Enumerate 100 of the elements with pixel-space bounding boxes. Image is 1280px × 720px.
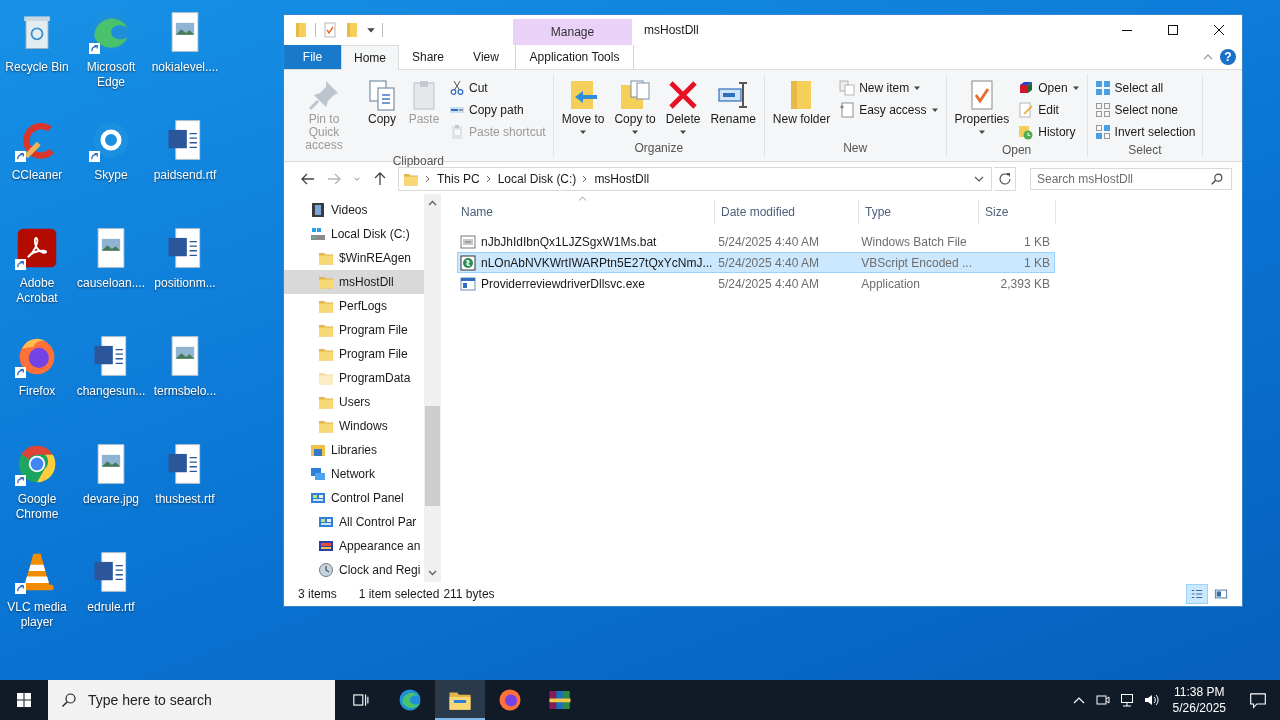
tree-item[interactable]: Network	[284, 462, 424, 486]
history-icon	[1018, 124, 1035, 140]
up-arrow-icon	[372, 171, 388, 187]
pdf-icon	[15, 226, 59, 270]
tree-item[interactable]: Libraries	[284, 438, 424, 462]
ribbon-tab[interactable]: Application Tools	[515, 45, 634, 69]
tree-item[interactable]: Users	[284, 390, 424, 414]
desktop-shortcut[interactable]: VLC media player	[0, 546, 74, 654]
scroll-up-icon[interactable]	[428, 200, 437, 206]
tree-item[interactable]: Clock and Regi	[284, 558, 424, 582]
ribbon-button[interactable]: Properties	[950, 77, 1014, 143]
ribbon-button[interactable]: Cut	[446, 77, 549, 99]
desktop-shortcut[interactable]: Firefox	[0, 330, 74, 438]
ribbon-button[interactable]: Move to	[557, 77, 609, 141]
ribbon-button[interactable]: Copy	[362, 77, 402, 154]
tree-item[interactable]: Program File	[284, 342, 424, 366]
view-button[interactable]	[1186, 584, 1208, 604]
folder-icon	[318, 298, 334, 314]
desktop-shortcut[interactable]: nokialevel....	[148, 6, 222, 114]
ribbon-button[interactable]: Select none	[1091, 99, 1199, 121]
folder-icon	[403, 171, 419, 187]
breadcrumb[interactable]: Local Disk (C:)	[497, 172, 577, 186]
desktop-shortcut[interactable]: paidsend.rtf	[148, 114, 222, 222]
network-icon[interactable]	[1118, 692, 1135, 708]
properties-icon[interactable]	[322, 22, 338, 38]
help-button[interactable]: ?	[1220, 49, 1236, 65]
file-row[interactable]: ProviderreviewdriverDllsvc.exe 5/24/2025 4:40 AM Application 2,393 KB	[457, 273, 1055, 294]
ribbon-button[interactable]: Select all	[1091, 77, 1199, 99]
ribbon-button[interactable]: Rename	[706, 77, 760, 141]
scrollbar-thumb[interactable]	[425, 406, 440, 506]
ribbon-tab[interactable]: Share	[399, 45, 457, 69]
refresh-button[interactable]	[994, 167, 1016, 191]
desktop-shortcut[interactable]: Microsoft Edge	[74, 6, 148, 114]
refresh-icon	[996, 171, 1013, 187]
file-row[interactable]: nJbJhIdIbnQx1LJZSgxW1Ms.bat 5/24/2025 4:40 AM Windows Batch File 1 KB	[457, 231, 1055, 252]
desktop-shortcut[interactable]: thusbest.rtf	[148, 438, 222, 546]
desktop-shortcut[interactable]: Google Chrome	[0, 438, 74, 546]
ribbon-button[interactable]: New folder	[768, 77, 835, 141]
folder-icon	[318, 274, 334, 290]
file-row[interactable]: nLOnAbNVKWrtIWARPtn5E27tQxYcNmJ... 5/24/2025 4:40 AM VBScript Encoded ... 1 KB	[457, 252, 1055, 273]
tree-item[interactable]: Appearance an	[284, 534, 424, 558]
column-header[interactable]: Name	[455, 200, 715, 224]
ribbon-button[interactable]: Invert selection	[1091, 121, 1199, 143]
address-bar[interactable]: This PC Local Disk (C:) msHostDll	[398, 167, 992, 191]
ribbon-button[interactable]: Edit	[1015, 99, 1083, 121]
desktop-shortcut[interactable]: termsbelo...	[148, 330, 222, 438]
tree-item[interactable]: msHostDll	[284, 270, 424, 294]
tree-item[interactable]: PerfLogs	[284, 294, 424, 318]
column-header[interactable]: Date modified	[715, 200, 859, 224]
caret-icon[interactable]	[366, 25, 376, 35]
ribbon-tab[interactable]: File	[284, 45, 341, 69]
network-icon	[310, 466, 326, 482]
breadcrumb[interactable]: msHostDll	[594, 172, 650, 186]
column-header[interactable]: Size	[979, 200, 1056, 224]
scroll-down-icon[interactable]	[428, 570, 437, 576]
desktop-shortcut[interactable]: CCleaner	[0, 114, 74, 222]
desktop-shortcut[interactable]: devare.jpg	[74, 438, 148, 546]
table-cell-text: VBScript Encoded ...	[860, 255, 973, 270]
taskbar-button[interactable]	[435, 680, 485, 720]
firefox-icon	[498, 688, 522, 712]
group-label: Organize	[633, 141, 685, 157]
ribbon-tab[interactable]: Home	[341, 45, 399, 70]
speaker-icon[interactable]	[1142, 692, 1159, 708]
column-header[interactable]: Type	[859, 200, 979, 224]
ribbon-button[interactable]: Delete	[661, 77, 705, 141]
ribbon-button[interactable]: Copy path	[446, 99, 549, 121]
search-field[interactable]: Search msHostDll	[1030, 168, 1232, 190]
ribbon-tab[interactable]: View	[457, 45, 515, 69]
group-label: Open	[1000, 143, 1033, 159]
ribbon-button[interactable]: Easy access	[836, 99, 942, 121]
maximize-icon	[1165, 22, 1181, 38]
tree-item[interactable]: Program File	[284, 318, 424, 342]
tree-item[interactable]: Windows	[284, 414, 424, 438]
ribbon-button[interactable]: History	[1015, 121, 1083, 143]
tree-item[interactable]: All Control Par	[284, 510, 424, 534]
sort-indicator-icon	[578, 196, 587, 201]
books-icon	[548, 688, 572, 712]
desktop-shortcut[interactable]: changesun...	[74, 330, 148, 438]
clock-date[interactable]: 5/26/2025	[1172, 700, 1226, 716]
clock-time[interactable]: 11:38 PM	[1174, 684, 1225, 700]
scissors-icon	[449, 80, 465, 96]
breadcrumb[interactable]: This PC	[437, 172, 480, 186]
camera-icon[interactable]	[1094, 692, 1111, 708]
ribbon-button[interactable]: New item	[836, 77, 942, 99]
search-field[interactable]: Type here to search	[48, 680, 335, 720]
drive-icon	[310, 226, 326, 242]
desktop-shortcut[interactable]: causeloan....	[74, 222, 148, 330]
tree-item[interactable]: ProgramData	[284, 366, 424, 390]
tree-item[interactable]: Videos	[284, 198, 424, 222]
desktop-shortcut[interactable]: Skype	[74, 114, 148, 222]
desktop-shortcut[interactable]: Adobe Acrobat	[0, 222, 74, 330]
tree-item[interactable]: Local Disk (C:)	[284, 222, 424, 246]
ribbon-button[interactable]: Open	[1015, 77, 1083, 99]
tree-item[interactable]: Control Panel	[284, 486, 424, 510]
desktop-shortcut[interactable]: positionm...	[148, 222, 222, 330]
notification-icon	[1249, 691, 1267, 709]
desktop-shortcut[interactable]: Recycle Bin	[0, 6, 74, 114]
tree-item[interactable]: $WinREAgen	[284, 246, 424, 270]
desktop-shortcut[interactable]: edrule.rtf	[74, 546, 148, 654]
ribbon-button[interactable]: Copy to	[610, 77, 660, 141]
